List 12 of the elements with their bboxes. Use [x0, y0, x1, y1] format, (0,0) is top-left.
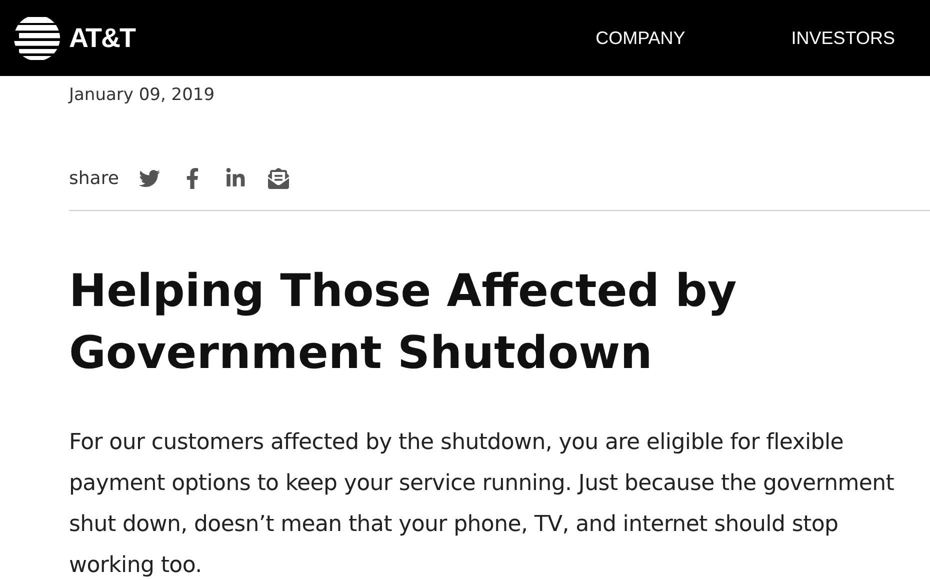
article-title: Helping Those Affected by Government Shutdown: [69, 263, 738, 381]
twitter-icon[interactable]: [138, 168, 160, 188]
nav-link[interactable]: INVESTORS: [791, 28, 895, 48]
share-label: share: [69, 168, 119, 188]
globe-logo-icon: [13, 14, 61, 62]
logo[interactable]: AT&T: [13, 14, 135, 62]
article-body: For our customers affected by the shutdown, you are eligible for flexible payment options to keep your service running. Just because the government shut down, doesn’t mean that your phone, TV, and internet should stop working too.: [69, 429, 896, 580]
logo-text: AT&T: [69, 22, 135, 54]
linkedin-icon[interactable]: [224, 168, 246, 188]
email-icon[interactable]: [268, 168, 289, 188]
nav-link[interactable]: COMPANY: [596, 28, 686, 48]
article-date: January 09, 2019: [69, 84, 216, 107]
